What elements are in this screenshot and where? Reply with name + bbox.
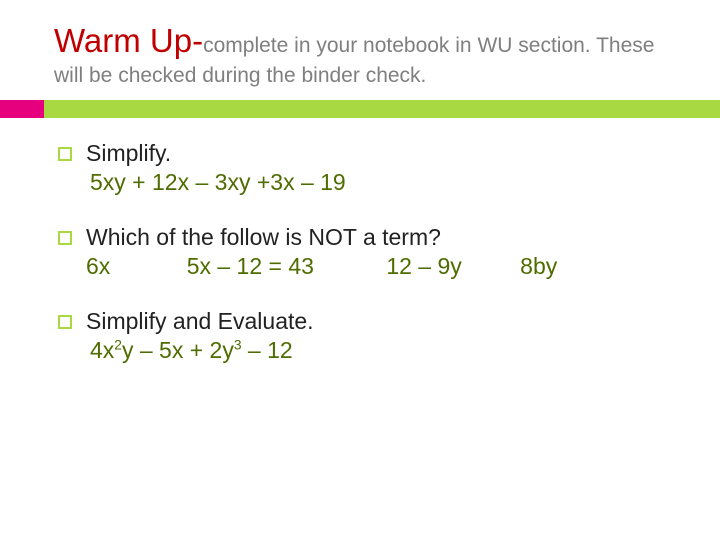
- title-dash: -: [192, 22, 203, 59]
- q2-opt-b: 5x – 12 = 43: [187, 253, 314, 280]
- bullet-icon: [58, 315, 72, 329]
- title-sub-2: will be checked during the binder check.: [54, 64, 700, 88]
- title-sub-1: complete in your notebook in WU section.…: [203, 34, 654, 57]
- q1-prompt: Simplify.: [86, 140, 171, 167]
- q2-opt-a: 6x: [86, 253, 110, 280]
- q3-sup2: 3: [234, 337, 242, 352]
- q3-p2: y – 5x + 2y: [122, 337, 234, 363]
- q3-p3: – 12: [242, 337, 293, 363]
- q3-p1: 4x: [90, 337, 114, 363]
- q2-options: 6x 5x – 12 = 43 12 – 9y 8by: [86, 253, 700, 280]
- q2-opt-d: 8by: [520, 253, 557, 280]
- slide-header: Warm Up-complete in your notebook in WU …: [0, 0, 720, 100]
- question-2: Which of the follow is NOT a term?: [58, 224, 700, 251]
- question-1: Simplify.: [58, 140, 700, 167]
- q3-prompt: Simplify and Evaluate.: [86, 308, 314, 335]
- question-3: Simplify and Evaluate.: [58, 308, 700, 335]
- bullet-icon: [58, 231, 72, 245]
- accent-pink: [0, 100, 44, 118]
- accent-green: [44, 100, 720, 118]
- accent-strip: [0, 100, 720, 118]
- q2-prompt: Which of the follow is NOT a term?: [86, 224, 441, 251]
- bullet-icon: [58, 147, 72, 161]
- slide-content: Simplify. 5xy + 12x – 3xy +3x – 19 Which…: [0, 118, 720, 364]
- q3-expression: 4x2y – 5x + 2y3 – 12: [90, 337, 700, 364]
- q2-opt-c: 12 – 9y: [386, 253, 461, 280]
- title-main: Warm Up: [54, 22, 192, 59]
- q3-sup1: 2: [114, 337, 122, 352]
- q1-expression: 5xy + 12x – 3xy +3x – 19: [90, 169, 700, 196]
